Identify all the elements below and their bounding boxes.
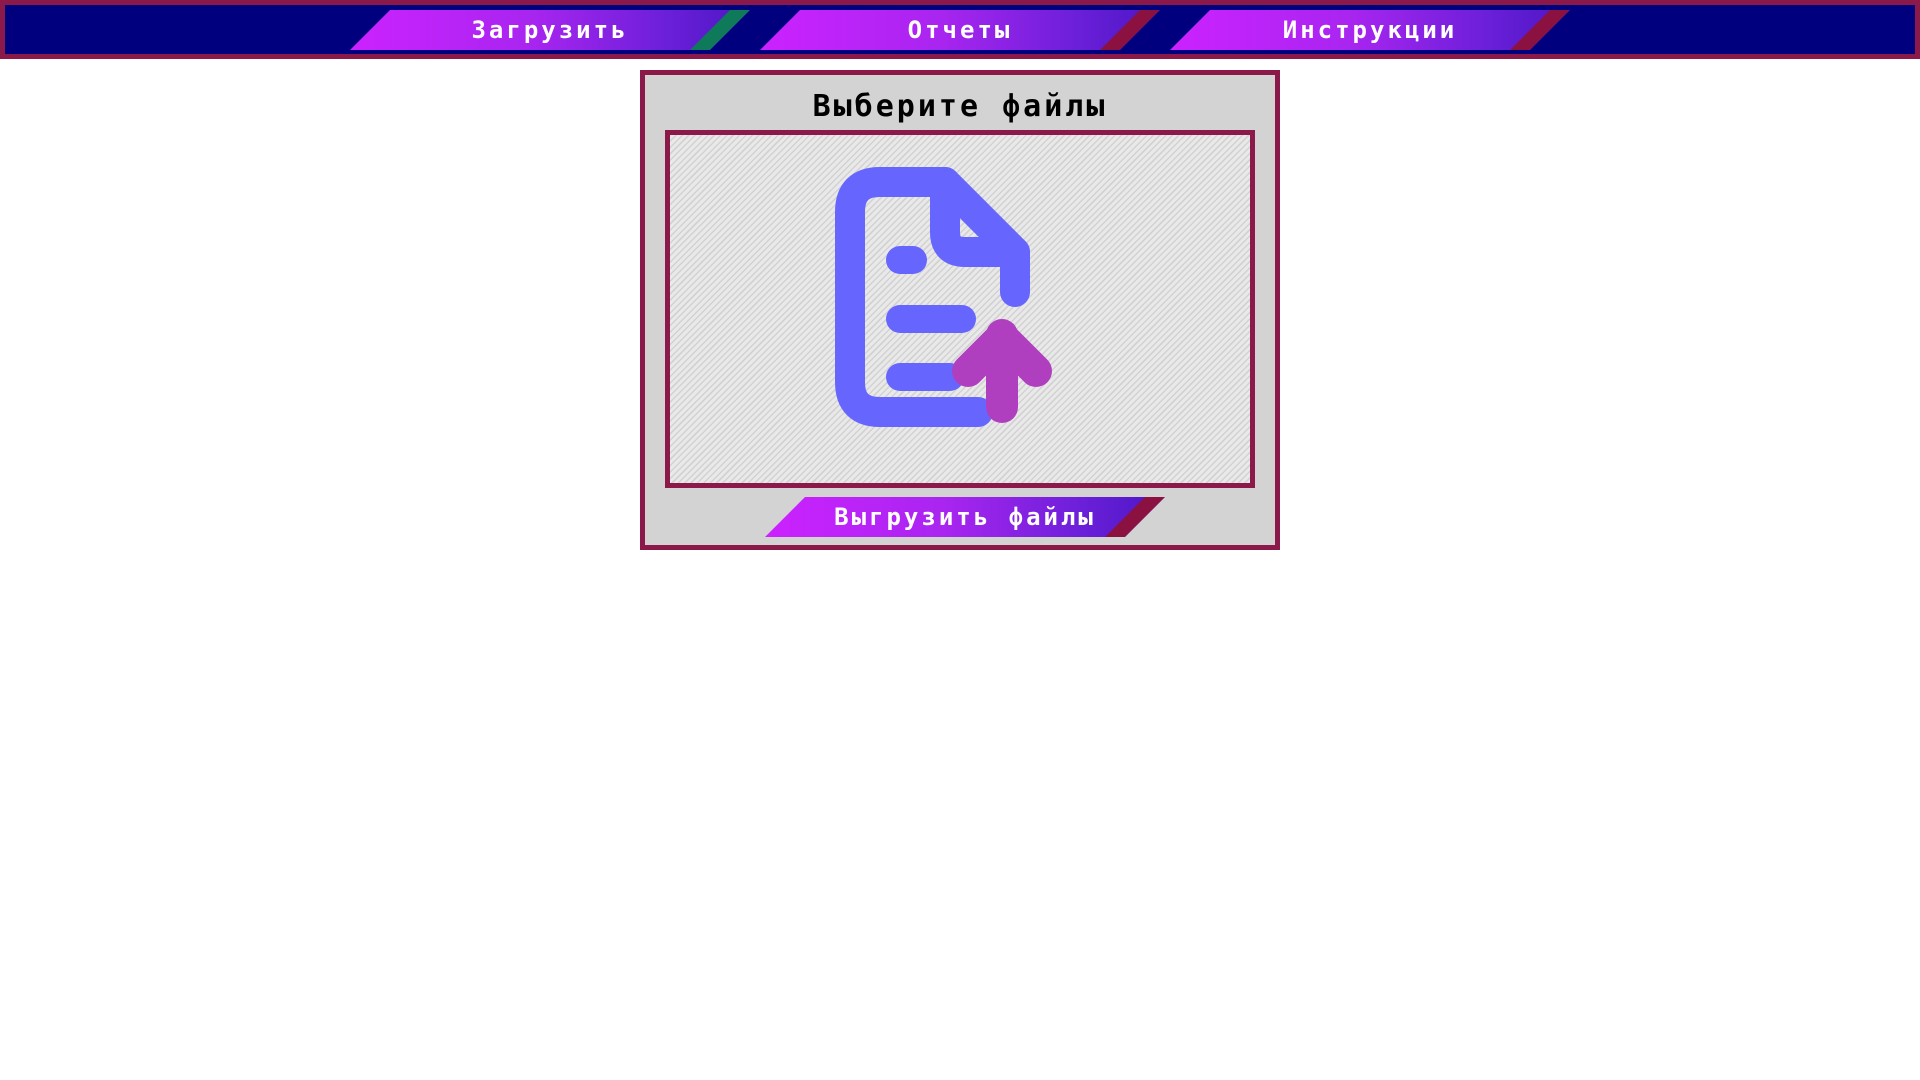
nav-button-label: Отчеты xyxy=(907,16,1013,44)
file-drop-zone[interactable] xyxy=(665,130,1255,488)
nav-button-upload[interactable]: Загрузить xyxy=(350,10,750,50)
file-upload-icon xyxy=(835,167,1052,427)
nav-button-instructions[interactable]: Инструкции xyxy=(1170,10,1570,50)
upload-files-button-label: Выгрузить файлы xyxy=(834,503,1096,531)
upload-panel: Выберите файлы Выгрузить файлы xyxy=(640,70,1280,550)
panel-title: Выберите файлы xyxy=(812,89,1108,124)
upload-files-button[interactable]: Выгрузить файлы xyxy=(765,497,1165,537)
nav-button-label: Загрузить xyxy=(471,16,629,44)
nav-button-label: Инструкции xyxy=(1282,16,1458,44)
top-navigation-bar: Загрузить Отчеты Инструкции xyxy=(0,0,1920,59)
nav-button-reports[interactable]: Отчеты xyxy=(760,10,1160,50)
